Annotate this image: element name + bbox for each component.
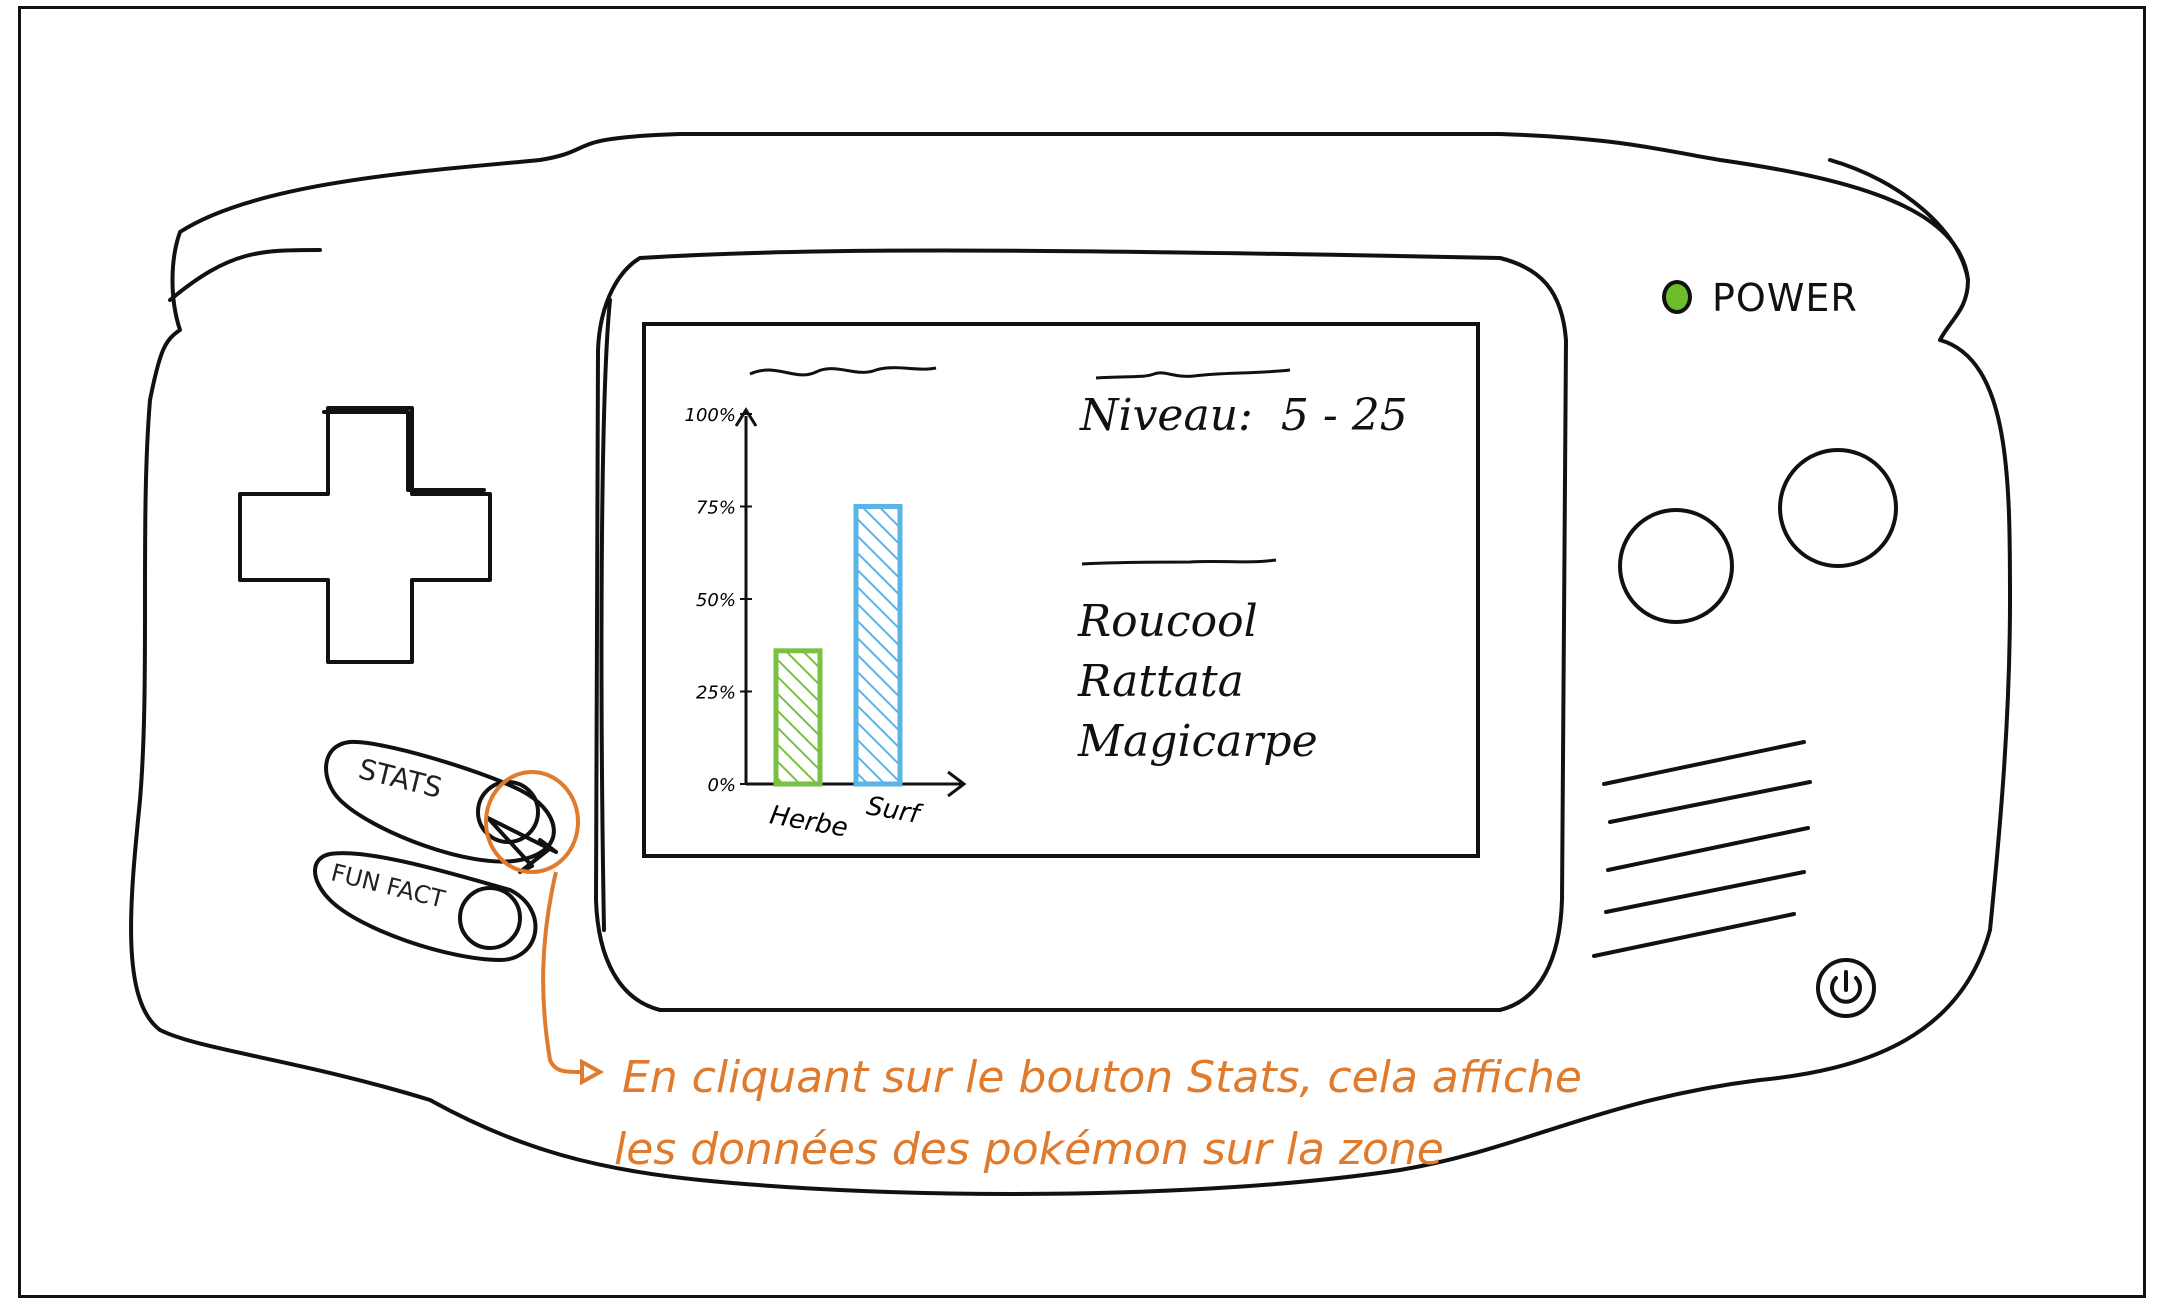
- dpad[interactable]: [240, 408, 490, 662]
- power-button-icon[interactable]: [1818, 960, 1874, 1016]
- x-tick-label: Herbe: [767, 800, 850, 843]
- stats-button[interactable]: [478, 782, 538, 842]
- y-tick-label: 75%: [696, 498, 736, 519]
- game-screen: 0% 25% 50% 75% 100% Herbe Surf Niveau: 5 - 25 …: [642, 322, 1480, 858]
- pokemon-list: Roucool Rattata Magicarpe: [1078, 592, 1318, 772]
- level-label: Niveau: 5 - 25: [1080, 390, 1408, 441]
- x-tick-label: Surf: [864, 791, 925, 830]
- speaker-grill: [1594, 740, 1810, 960]
- b-button[interactable]: [1780, 450, 1896, 566]
- y-tick-label: 0%: [707, 775, 736, 796]
- funfact-button[interactable]: [460, 888, 520, 948]
- pokemon-item: Magicarpe: [1078, 716, 1318, 767]
- pokemon-item: Roucool: [1078, 596, 1258, 647]
- y-tick-label: 25%: [696, 683, 736, 704]
- y-tick-label: 100%: [685, 405, 736, 426]
- stats-bar-chart: 0% 25% 50% 75% 100% Herbe Surf: [685, 366, 966, 844]
- y-tick-label: 50%: [696, 590, 736, 611]
- a-button[interactable]: [1620, 510, 1732, 622]
- chart-title-squiggle: [749, 366, 937, 377]
- bar-surf: [853, 504, 903, 787]
- pokemon-heading-squiggle: [1081, 558, 1277, 566]
- annotation-line: En cliquant sur le bouton Stats, cela af…: [622, 1052, 1582, 1103]
- power-label: POWER: [1712, 276, 1858, 320]
- bar-herbe: [773, 648, 823, 787]
- level-heading-squiggle: [1095, 368, 1291, 380]
- annotation-line: les données des pokémon sur la zone: [614, 1124, 1444, 1175]
- power-led-icon: [1662, 280, 1692, 314]
- annotation-note: En cliquant sur le bouton Stats, cela af…: [614, 1042, 1582, 1186]
- level-range: 5 - 25: [1280, 390, 1408, 441]
- pokemon-item: Rattata: [1078, 656, 1244, 707]
